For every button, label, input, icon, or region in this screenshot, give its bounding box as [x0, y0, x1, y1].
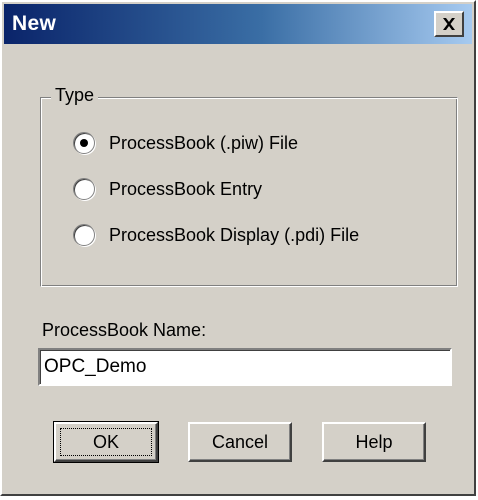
radio-option-pdi-file[interactable]: ProcessBook Display (.pdi) File	[73, 224, 359, 246]
title-bar[interactable]: New	[4, 4, 472, 44]
new-dialog: New Type ProcessBook (.piw) File Process…	[0, 0, 476, 496]
ok-button[interactable]: OK	[53, 421, 159, 463]
close-button[interactable]	[434, 11, 464, 37]
radio-label: ProcessBook Entry	[109, 178, 263, 199]
radio-option-piw-file[interactable]: ProcessBook (.piw) File	[73, 132, 298, 154]
radio-button-icon[interactable]	[73, 224, 95, 246]
radio-button-icon[interactable]	[73, 178, 95, 200]
processbook-name-input[interactable]	[38, 348, 452, 386]
type-groupbox: Type ProcessBook (.piw) File ProcessBook…	[40, 85, 458, 287]
help-button[interactable]: Help	[322, 422, 426, 462]
processbook-name-label: ProcessBook Name:	[42, 320, 207, 340]
window-title: New	[12, 12, 57, 35]
type-group-label: Type	[51, 85, 99, 106]
radio-selected-dot-icon	[80, 139, 88, 147]
radio-label: ProcessBook Display (.pdi) File	[109, 224, 360, 245]
close-x-icon	[443, 18, 455, 30]
radio-button-icon[interactable]	[73, 132, 95, 154]
radio-option-entry[interactable]: ProcessBook Entry	[73, 178, 262, 200]
radio-label: ProcessBook (.piw) File	[109, 132, 299, 153]
cancel-button[interactable]: Cancel	[188, 422, 292, 462]
